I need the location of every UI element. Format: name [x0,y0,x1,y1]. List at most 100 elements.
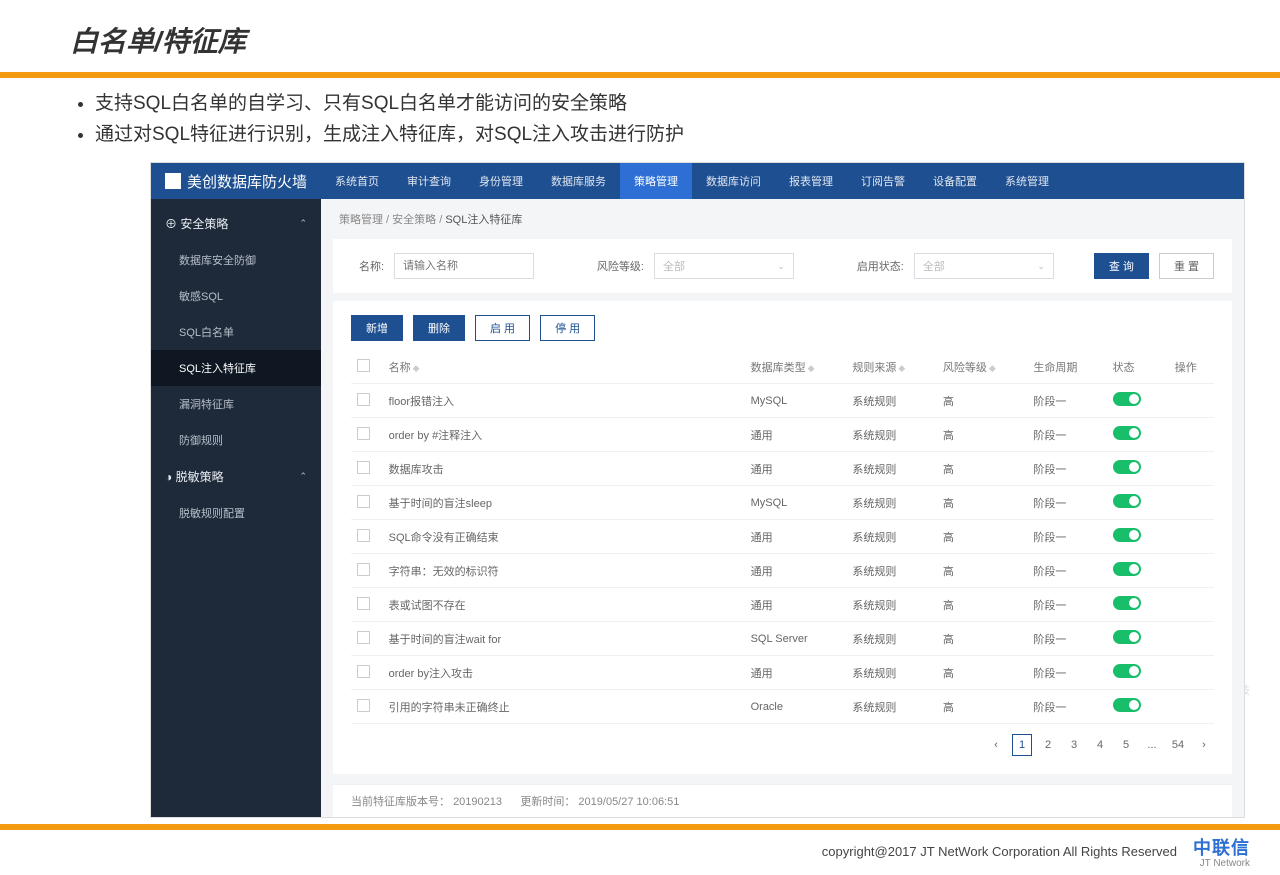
cell-op[interactable] [1169,452,1214,486]
col-dbtype[interactable]: 数据库类型 [751,362,806,374]
row-checkbox[interactable] [357,631,370,644]
select-all-checkbox[interactable] [357,359,370,372]
row-checkbox[interactable] [357,597,370,610]
cell-risk: 高 [937,690,1027,724]
cell-op[interactable] [1169,554,1214,588]
row-checkbox[interactable] [357,665,370,678]
cell-op[interactable] [1169,690,1214,724]
sidebar-item[interactable]: 敏感SQL [151,278,321,314]
top-nav-item[interactable]: 订阅告警 [847,163,919,199]
cell-op[interactable] [1169,656,1214,690]
row-checkbox[interactable] [357,529,370,542]
row-checkbox[interactable] [357,495,370,508]
name-input[interactable] [394,253,534,279]
version-footer: 当前特征库版本号： 20190213 更新时间： 2019/05/27 10:0… [333,784,1232,817]
shield-icon: ◑ [165,470,172,484]
status-select[interactable]: 全部 ⌄ [914,253,1054,279]
sidebar-item[interactable]: 防御规则 [151,422,321,458]
top-nav-item[interactable]: 系统管理 [991,163,1063,199]
cell-dbtype: 通用 [745,520,847,554]
row-checkbox[interactable] [357,461,370,474]
cell-dbtype: Oracle [745,690,847,724]
disable-button[interactable]: 停 用 [540,315,595,341]
status-toggle[interactable] [1113,392,1141,406]
reset-button[interactable]: 重 置 [1159,253,1214,279]
cell-name: 字符串：无效的标识符 [383,554,745,588]
status-toggle[interactable] [1113,426,1141,440]
col-name[interactable]: 名称 [389,362,411,374]
sidebar-group-security[interactable]: ⊕ 安全策略 ⌃ [151,205,321,242]
row-checkbox[interactable] [357,699,370,712]
cell-lifecycle: 阶段一 [1027,384,1106,418]
page-number[interactable]: 5 [1116,734,1136,756]
status-toggle[interactable] [1113,562,1141,576]
page-prev[interactable]: ‹ [986,734,1006,756]
cell-op[interactable] [1169,418,1214,452]
sort-icon[interactable]: ◆ [898,363,905,373]
row-checkbox[interactable] [357,563,370,576]
cell-name: 表或试图不存在 [383,588,745,622]
cell-dbtype: SQL Server [745,622,847,656]
cell-lifecycle: 阶段一 [1027,452,1106,486]
breadcrumb-2[interactable]: 安全策略 [392,214,436,226]
sidebar-item[interactable]: 数据库安全防御 [151,242,321,278]
cell-dbtype: 通用 [745,588,847,622]
status-toggle[interactable] [1113,460,1141,474]
cell-source: 系统规则 [846,656,936,690]
page-next[interactable]: › [1194,734,1214,756]
top-nav-item[interactable]: 设备配置 [919,163,991,199]
cell-name: 数据库攻击 [383,452,745,486]
page-number[interactable]: 3 [1064,734,1084,756]
cell-lifecycle: 阶段一 [1027,554,1106,588]
status-toggle[interactable] [1113,596,1141,610]
page-number[interactable]: 2 [1038,734,1058,756]
col-risk[interactable]: 风险等级 [943,362,987,374]
row-checkbox[interactable] [357,427,370,440]
top-nav-item[interactable]: 数据库服务 [537,163,620,199]
status-toggle[interactable] [1113,664,1141,678]
page-number[interactable]: 54 [1168,734,1188,756]
cell-risk: 高 [937,622,1027,656]
sidebar-item[interactable]: SQL白名单 [151,314,321,350]
cell-op[interactable] [1169,588,1214,622]
cell-dbtype: 通用 [745,418,847,452]
page-number[interactable]: 4 [1090,734,1110,756]
top-nav-item[interactable]: 策略管理 [620,163,692,199]
sidebar-item[interactable]: 脱敏规则配置 [151,495,321,531]
breadcrumb-1[interactable]: 策略管理 [339,214,383,226]
query-button[interactable]: 查 询 [1094,253,1149,279]
status-toggle[interactable] [1113,698,1141,712]
sidebar-group-mask-label: 脱敏策略 [176,470,224,484]
footer-logo-en: JT Network [1193,858,1250,869]
risk-select[interactable]: 全部 ⌄ [654,253,794,279]
table-row: SQL命令没有正确结束通用系统规则高阶段一 [351,520,1214,554]
page-number[interactable]: 1 [1012,734,1032,756]
top-nav-item[interactable]: 系统首页 [321,163,393,199]
cell-op[interactable] [1169,384,1214,418]
sidebar-item[interactable]: 漏洞特征库 [151,386,321,422]
sort-icon[interactable]: ◆ [413,363,420,373]
brand-text: 美创数据库防火墙 [187,171,307,192]
top-nav-item[interactable]: 报表管理 [775,163,847,199]
delete-button[interactable]: 删除 [413,315,465,341]
top-nav-item[interactable]: 审计查询 [393,163,465,199]
cell-lifecycle: 阶段一 [1027,520,1106,554]
sort-icon[interactable]: ◆ [808,363,815,373]
label-name: 名称: [359,258,384,274]
status-toggle[interactable] [1113,528,1141,542]
cell-op[interactable] [1169,520,1214,554]
cell-op[interactable] [1169,486,1214,520]
col-source[interactable]: 规则来源 [852,362,896,374]
col-lifecycle[interactable]: 生命周期 [1033,362,1077,374]
sidebar-item[interactable]: SQL注入特征库 [151,350,321,386]
status-toggle[interactable] [1113,630,1141,644]
add-button[interactable]: 新增 [351,315,403,341]
enable-button[interactable]: 启 用 [475,315,530,341]
row-checkbox[interactable] [357,393,370,406]
top-nav-item[interactable]: 身份管理 [465,163,537,199]
status-toggle[interactable] [1113,494,1141,508]
sort-icon[interactable]: ◆ [989,363,996,373]
sidebar-group-mask[interactable]: ◑ 脱敏策略 ⌃ [151,458,321,495]
cell-op[interactable] [1169,622,1214,656]
top-nav-item[interactable]: 数据库访问 [692,163,775,199]
